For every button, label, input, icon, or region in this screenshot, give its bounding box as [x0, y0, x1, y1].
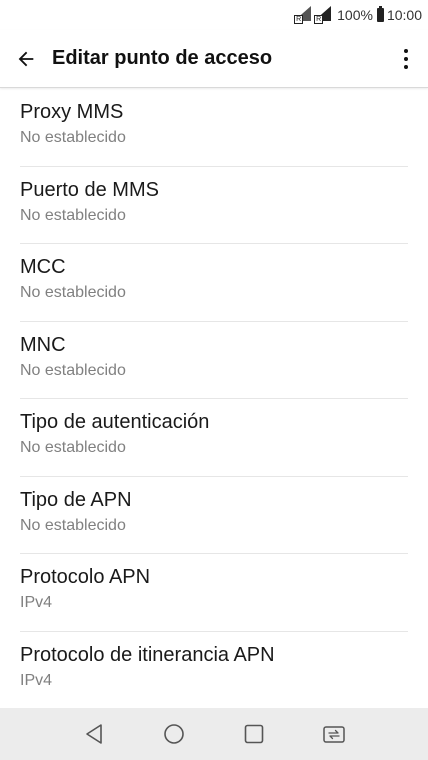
arrow-back-icon — [18, 51, 34, 66]
setting-summary: IPv4 — [20, 671, 53, 689]
setting-proxy-mms[interactable]: Proxy MMS No establecido — [20, 89, 408, 167]
setting-title: MCC — [20, 256, 66, 278]
setting-summary: No establecido — [20, 361, 126, 379]
dual-window-icon — [323, 726, 345, 743]
setting-title: Tipo de APN — [20, 488, 132, 511]
setting-mms-port[interactable]: Puerto de MMS No establecido — [20, 167, 408, 244]
recents-square-icon — [244, 724, 264, 744]
setting-title: Tipo de autenticación — [20, 411, 210, 433]
setting-summary: No establecido — [20, 439, 126, 456]
back-button[interactable] — [0, 30, 52, 88]
setting-apn-type[interactable]: Tipo de APN No establecido — [20, 477, 408, 554]
more-vert-icon — [404, 48, 408, 69]
navigation-bar — [0, 708, 428, 760]
app-bar: Editar punto de acceso — [0, 30, 428, 88]
setting-mnc[interactable]: MNC No establecido — [20, 322, 408, 399]
signal-sim1-icon: R — [294, 6, 312, 24]
nav-recents-button[interactable] — [214, 708, 294, 760]
signal-sim2-icon: R — [314, 6, 332, 24]
status-bar: R R 100% 10:00 — [0, 0, 428, 30]
nav-back-button[interactable] — [54, 708, 134, 760]
clock: 10:00 — [386, 7, 422, 23]
home-circle-icon — [164, 724, 184, 744]
setting-title: Protocolo APN — [20, 566, 151, 588]
setting-title: MNC — [20, 333, 66, 356]
setting-summary: No establecido — [20, 129, 126, 146]
setting-title: Puerto de MMS — [20, 178, 159, 201]
screen: R R 100% 10:00 Editar punto de acceso Pr… — [0, 0, 428, 760]
setting-summary: No establecido — [20, 516, 126, 534]
setting-title: Proxy MMS — [20, 101, 124, 123]
page-title: Editar punto de acceso — [52, 47, 273, 69]
nav-dual-window-button[interactable] — [294, 708, 374, 760]
setting-apn-protocol[interactable]: Protocolo APN IPv4 — [20, 554, 408, 632]
nav-home-button[interactable] — [134, 708, 214, 760]
battery-icon — [376, 6, 384, 22]
setting-auth-type[interactable]: Tipo de autenticación No establecido — [20, 399, 408, 477]
overflow-menu-button[interactable] — [384, 30, 428, 88]
setting-summary: IPv4 — [20, 594, 53, 611]
back-triangle-icon — [86, 724, 102, 744]
battery-percent: 100% — [337, 7, 373, 23]
setting-title: Protocolo de itinerancia APN — [20, 643, 275, 666]
setting-summary: No establecido — [20, 284, 126, 301]
settings-list: Proxy MMS No establecido Puerto de MMS N… — [0, 89, 428, 709]
setting-summary: No establecido — [20, 206, 126, 224]
setting-apn-roaming-protocol[interactable]: Protocolo de itinerancia APN IPv4 — [20, 632, 408, 710]
setting-mcc[interactable]: MCC No establecido — [20, 244, 408, 322]
